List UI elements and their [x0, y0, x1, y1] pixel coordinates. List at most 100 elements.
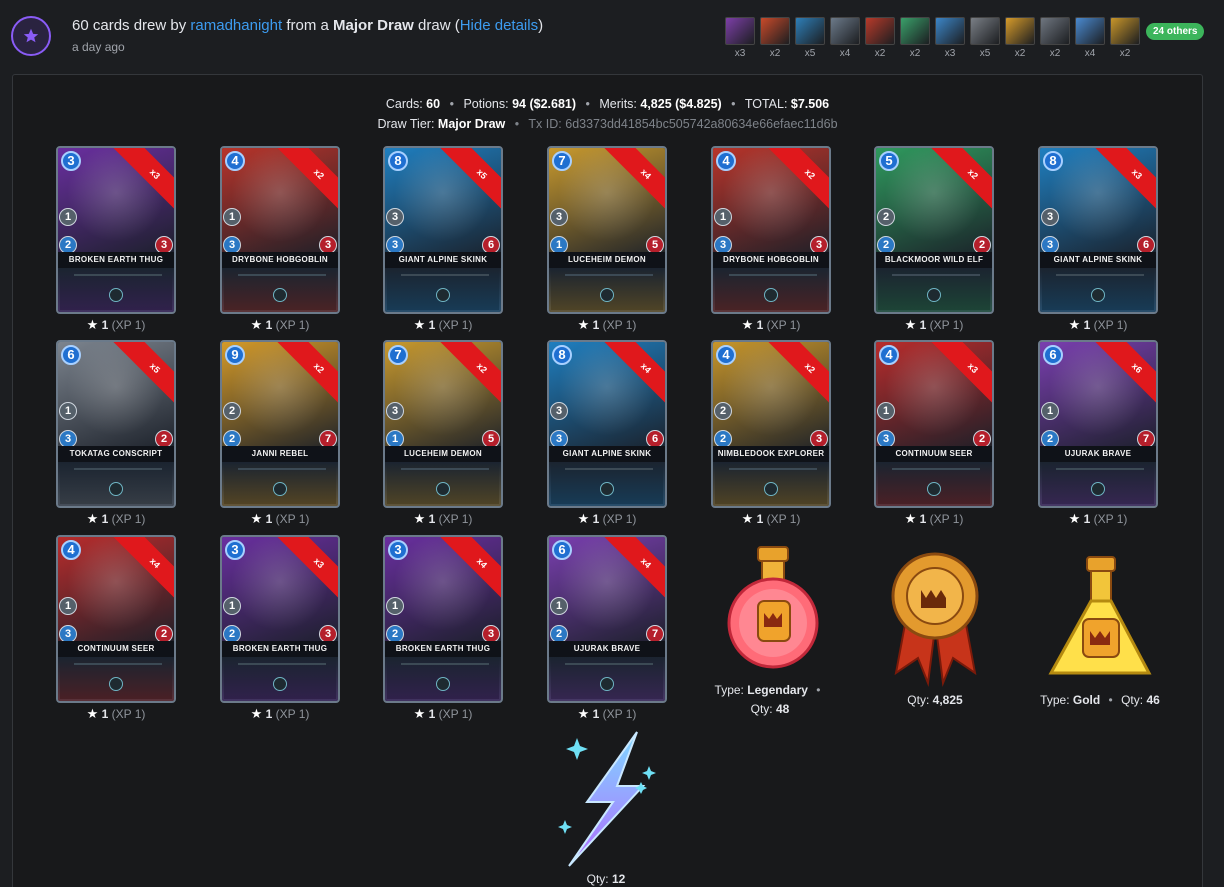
card-thumbnail-qty: x2: [909, 48, 921, 59]
ability-icons: [927, 288, 941, 302]
card-thumbnail-image: [1005, 17, 1035, 45]
ability-icons: [436, 288, 450, 302]
card-level: ★ 1 (XP 1): [56, 317, 176, 333]
level-value: 1: [101, 318, 109, 332]
level-value: 1: [919, 318, 927, 332]
mana-cost: 4: [716, 345, 736, 365]
card-thumbnail-image: [935, 17, 965, 45]
card-level: ★ 1 (XP 1): [220, 511, 340, 527]
mana-cost: 6: [61, 345, 81, 365]
xp-value: (XP 1): [602, 707, 637, 721]
card-name: NIMBLEDOOK EXPLORER: [713, 446, 829, 462]
attack-stat: 1: [223, 597, 241, 615]
card[interactable]: x5 8 3 3 6 GIANT ALPINE SKINK: [383, 146, 503, 314]
attack-stat: 2: [714, 402, 732, 420]
attack-stat: 1: [714, 208, 732, 226]
ability-icon: [436, 482, 450, 496]
avatar[interactable]: [11, 16, 51, 56]
xp-bar: [238, 274, 326, 276]
card-level: ★ 1 (XP 1): [711, 317, 831, 333]
card[interactable]: x2 4 2 2 3 NIMBLEDOOK EXPLORER: [711, 340, 831, 508]
card[interactable]: x2 4 1 3 3 DRYBONE HOBGOBLIN: [220, 146, 340, 314]
card-level: ★ 1 (XP 1): [711, 511, 831, 527]
user-link[interactable]: ramadhanight: [190, 17, 282, 34]
ability-icon: [600, 288, 614, 302]
card[interactable]: x4 4 1 3 2 CONTINUUM SEER: [56, 535, 176, 703]
card[interactable]: x2 4 1 3 3 DRYBONE HOBGOBLIN: [711, 146, 831, 314]
tx-id[interactable]: 6d3373dd41854bc505742a80634e66efaec11d6b: [565, 117, 837, 131]
xp-bar: [401, 663, 489, 665]
card-footer: [222, 268, 338, 312]
xp-bar: [401, 274, 489, 276]
card-name: DRYBONE HOBGOBLIN: [713, 252, 829, 268]
card[interactable]: x2 9 2 2 7 JANNI REBEL: [220, 340, 340, 508]
xp-bar: [565, 663, 653, 665]
card-name: UJURAK BRAVE: [1040, 446, 1156, 462]
level-star-icon: ★: [904, 511, 917, 526]
hide-details-link[interactable]: Hide details: [460, 17, 538, 34]
mana-cost: 8: [388, 151, 408, 171]
card-thumbnail-image: [970, 17, 1000, 45]
card-thumbnail[interactable]: x4: [830, 17, 860, 59]
ability-icon: [109, 677, 123, 691]
cards-count-text: 60 cards drew by: [72, 17, 187, 34]
level-value: 1: [592, 707, 600, 721]
level-star-icon: ★: [413, 706, 426, 721]
card-thumbnail[interactable]: x2: [760, 17, 790, 59]
card-thumbnail-qty: x3: [944, 48, 956, 59]
gold-type-value: Gold: [1072, 693, 1101, 707]
ability-icon: [109, 482, 123, 496]
card-footer: [549, 657, 665, 701]
ability-icons: [927, 482, 941, 496]
mana-cost: 5: [879, 151, 899, 171]
card-thumbnail-image: [1040, 17, 1070, 45]
attack-stat: 1: [223, 208, 241, 226]
draw-title: 60 cards drew by ramadhanight from a Maj…: [72, 17, 543, 34]
mana-cost: 3: [225, 540, 245, 560]
card-thumbnail[interactable]: x4: [1075, 17, 1105, 59]
card[interactable]: x3 4 1 3 2 CONTINUUM SEER: [874, 340, 994, 508]
card-thumbnail[interactable]: x2: [900, 17, 930, 59]
card-thumbnail[interactable]: x3: [935, 17, 965, 59]
card-thumbnail[interactable]: x2: [1005, 17, 1035, 59]
card-name: CONTINUUM SEER: [876, 446, 992, 462]
xp-value: (XP 1): [438, 318, 473, 332]
card[interactable]: x4 8 3 3 6 GIANT ALPINE SKINK: [547, 340, 667, 508]
mana-cost: 8: [552, 345, 572, 365]
card[interactable]: x6 6 1 2 7 UJURAK BRAVE: [1038, 340, 1158, 508]
card-level: ★ 1 (XP 1): [220, 317, 340, 333]
card-thumbnail[interactable]: x5: [795, 17, 825, 59]
card-thumbnail[interactable]: x3: [725, 17, 755, 59]
card[interactable]: x2 5 2 2 2 BLACKMOOR WILD ELF: [874, 146, 994, 314]
card[interactable]: x4 3 1 2 3 BROKEN EARTH THUG: [383, 535, 503, 703]
card-name: LUCEHEIM DEMON: [549, 252, 665, 268]
card[interactable]: x3 8 3 3 6 GIANT ALPINE SKINK: [1038, 146, 1158, 314]
ability-icon: [273, 288, 287, 302]
card-name: LUCEHEIM DEMON: [385, 446, 501, 462]
card-thumbnail[interactable]: x2: [865, 17, 895, 59]
card-thumbnail[interactable]: x2: [1110, 17, 1140, 59]
xp-value: (XP 1): [111, 512, 146, 526]
card[interactable]: x2 7 3 1 5 LUCEHEIM DEMON: [383, 340, 503, 508]
card[interactable]: x4 7 3 1 5 LUCEHEIM DEMON: [547, 146, 667, 314]
card[interactable]: x4 6 1 2 7 UJURAK BRAVE: [547, 535, 667, 703]
energy-caption: Qty: 12: [556, 872, 656, 886]
card-footer: [876, 462, 992, 506]
card[interactable]: x3 3 1 2 3 BROKEN EARTH THUG: [56, 146, 176, 314]
xp-bar: [238, 468, 326, 470]
others-badge[interactable]: 24 others: [1146, 23, 1205, 40]
card-footer: [58, 268, 174, 312]
card-thumbnail[interactable]: x5: [970, 17, 1000, 59]
xp-value: (XP 1): [111, 707, 146, 721]
card-name: BROKEN EARTH THUG: [58, 252, 174, 268]
timestamp: a day ago: [72, 40, 125, 54]
merit-medal-icon: [891, 552, 979, 687]
level-star-icon: ★: [1068, 511, 1081, 526]
card[interactable]: x5 6 1 3 2 TOKATAG CONSCRIPT: [56, 340, 176, 508]
card-thumbnail[interactable]: x2: [1040, 17, 1070, 59]
xp-value: (XP 1): [602, 318, 637, 332]
mana-cost: 6: [1043, 345, 1063, 365]
card[interactable]: x3 3 1 2 3 BROKEN EARTH THUG: [220, 535, 340, 703]
mana-cost: 9: [225, 345, 245, 365]
card-level: ★ 1 (XP 1): [383, 511, 503, 527]
